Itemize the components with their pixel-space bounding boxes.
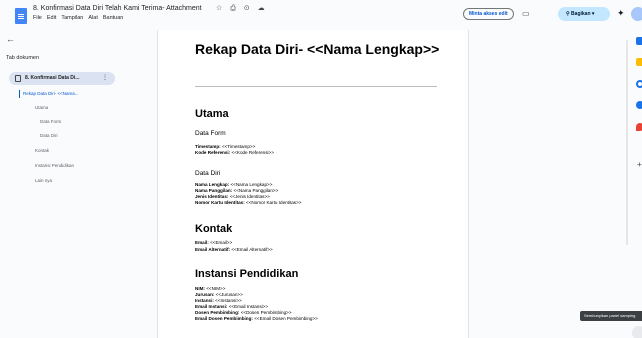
field-nama-lengkap: Nama Lengkap: <<Nama Lengkap>> xyxy=(195,182,273,187)
document-title[interactable]: 8. Konfirmasi Data Diri Telah Kami Terim… xyxy=(33,5,202,12)
top-bar: 8. Konfirmasi Data Diri Telah Kami Terim… xyxy=(0,0,642,30)
menu-edit[interactable]: Edit xyxy=(47,15,56,21)
document-tab[interactable]: 8. Konfirmasi Data Di... ⋮ xyxy=(9,72,115,85)
menu-tools[interactable]: Alat xyxy=(88,15,97,21)
field-email: Email: <<Email>> xyxy=(195,240,233,245)
menu-help[interactable]: Bantuan xyxy=(103,15,124,21)
hide-side-panel-button[interactable] xyxy=(632,326,642,338)
docs-logo-icon[interactable] xyxy=(15,8,27,24)
document-tab-label: 8. Konfirmasi Data Di... xyxy=(25,75,80,81)
field-nomor-kartu: Nomor Kartu Identitas: <<Nomor Kartu Ide… xyxy=(195,200,302,205)
tasks-icon[interactable] xyxy=(636,80,642,88)
document-tabs-heading: Tab dokumen xyxy=(6,55,40,61)
outline-item-kontak[interactable]: Kontak xyxy=(35,148,49,153)
outline-item-data-diri[interactable]: Data Diri xyxy=(40,133,58,138)
menu-view[interactable]: Tampilan xyxy=(61,15,83,21)
outline-item-data-form[interactable]: Data Form xyxy=(40,119,61,124)
outline-active-indicator xyxy=(19,90,20,98)
back-arrow-icon[interactable]: ← xyxy=(6,34,15,44)
maps-icon[interactable] xyxy=(636,123,642,131)
title-action-icons[interactable]: ☆ ⎙ ⊙ ☁ xyxy=(216,4,268,13)
calendar-icon[interactable] xyxy=(636,37,642,45)
outline-item-title[interactable]: Rekap Data Diri- <<Nama... xyxy=(23,91,79,96)
page-scrollbar[interactable] xyxy=(626,40,628,245)
keep-icon[interactable] xyxy=(636,58,642,66)
field-email-instansi: Email Instansi: <<Email Instansi>> xyxy=(195,304,269,309)
more-options-icon[interactable]: ⋮ xyxy=(102,74,108,81)
outline-item-utama[interactable]: Utama xyxy=(35,105,48,110)
field-email-dosen: Email Dosen Pembimbing: <<Email Dosen Pe… xyxy=(195,316,318,321)
add-on-plus-icon[interactable]: + xyxy=(637,160,642,169)
document-page[interactable]: Rekap Data Diri- <<Nama Lengkap>> Utama … xyxy=(157,30,469,338)
document-heading: Rekap Data Diri- <<Nama Lengkap>> xyxy=(195,41,440,57)
heading-data-form: Data Form xyxy=(195,130,226,137)
request-edit-access-button[interactable]: Minta akses edit xyxy=(463,8,514,20)
field-instansi: Instansi: <<Instansi>> xyxy=(195,298,242,303)
avatar[interactable] xyxy=(631,7,642,21)
field-nama-panggilan: Nama Panggilan: <<Nama Panggilan>> xyxy=(195,188,279,193)
tooltip: Sembunyikan panel samping xyxy=(580,311,642,321)
outline-item-instansi[interactable]: Instansi Pendidikan xyxy=(35,163,74,168)
heading-kontak: Kontak xyxy=(195,223,233,235)
field-jenis-identitas: Jenis Identitas: <<Jenis Identitas>> xyxy=(195,194,270,199)
gemini-icon[interactable]: ✦ xyxy=(617,8,625,19)
heading-instansi-pendidikan: Instansi Pendidikan xyxy=(195,268,299,280)
field-kode-referensi: Kode Referensi: <<Kode Referensi>> xyxy=(195,150,274,155)
meet-icon[interactable]: ▭ xyxy=(522,9,530,18)
outline-item-lain-nya[interactable]: Lain nya xyxy=(35,178,52,183)
menu-bar: File Edit Tampilan Alat Bantuan xyxy=(33,15,123,21)
field-jurusan: Jurusan: <<Jurusan>> xyxy=(195,292,243,297)
heading-data-diri: Data Diri xyxy=(195,170,221,177)
share-button[interactable]: ⚲ Bagikan ▾ xyxy=(558,7,610,21)
field-timestamp: Timestamp: <<Timestamp>> xyxy=(195,144,256,149)
horizontal-rule xyxy=(195,86,437,87)
heading-utama: Utama xyxy=(195,108,229,120)
contacts-icon[interactable] xyxy=(636,101,642,109)
field-dosen-pembimbing: Dosen Pembimbing: <<Dosen Pembimbing>> xyxy=(195,310,292,315)
field-email-alternatif: Email Alternatif: <<Email Alternatif>> xyxy=(195,247,273,252)
menu-file[interactable]: File xyxy=(33,15,42,21)
document-tab-icon xyxy=(15,75,21,82)
field-nim: NIM: <<NIM>> xyxy=(195,286,226,291)
